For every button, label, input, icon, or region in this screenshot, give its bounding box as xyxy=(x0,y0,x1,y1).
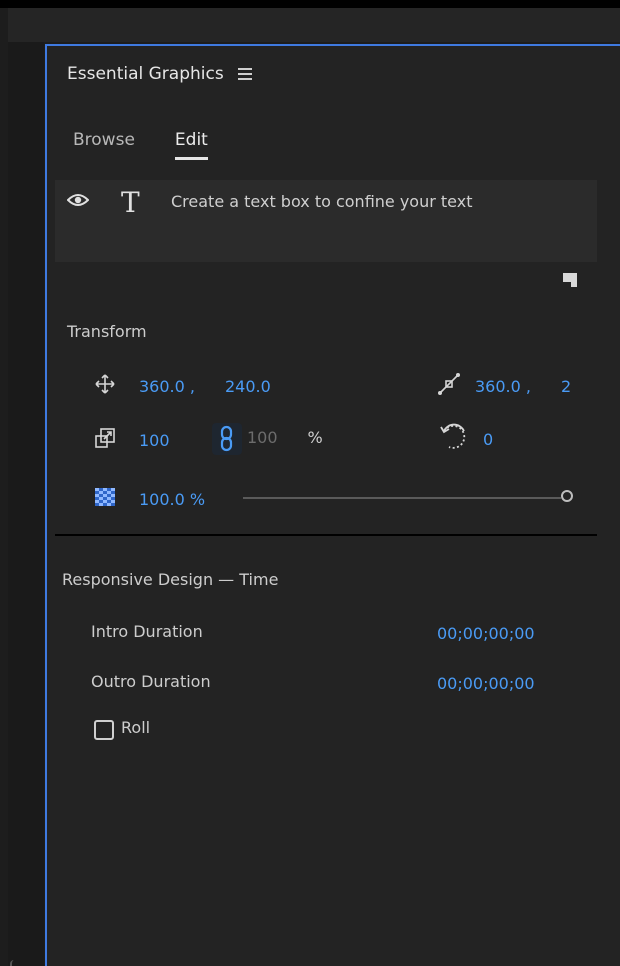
anchor-y-value[interactable]: 2 xyxy=(561,377,571,396)
position-x-value[interactable]: 360.0 , xyxy=(139,377,195,396)
scale-icon xyxy=(95,428,115,452)
panel-title: Essential Graphics xyxy=(67,64,224,84)
essential-graphics-panel: Essential Graphics Browse Edit T Create … xyxy=(45,44,620,966)
link-icon xyxy=(212,425,242,459)
anchor-point-icon xyxy=(437,372,461,400)
app-window: Essential Graphics Browse Edit T Create … xyxy=(0,0,620,966)
scale-unit: % xyxy=(307,428,323,447)
anchor-row: 360.0 , 2 xyxy=(437,372,571,400)
opacity-checker-icon xyxy=(95,488,115,510)
hamburger-menu-icon[interactable] xyxy=(237,68,252,80)
outro-duration-label: Outro Duration xyxy=(91,672,211,691)
new-layer-icon[interactable] xyxy=(562,272,578,292)
position-row: 360.0 , 240.0 xyxy=(95,374,271,398)
panel-tabs: Browse Edit xyxy=(73,130,208,160)
rail-edge-glyph xyxy=(10,960,18,966)
uniform-scale-toggle[interactable] xyxy=(212,423,242,455)
move-icon xyxy=(95,374,115,398)
layer-hint-text: Create a text box to confine your text xyxy=(171,192,473,211)
opacity-slider-track[interactable] xyxy=(243,497,561,499)
eye-icon[interactable] xyxy=(66,192,90,211)
intro-duration-label: Intro Duration xyxy=(91,622,203,641)
rotation-value[interactable]: 0 xyxy=(483,430,493,449)
rotation-row: 0 xyxy=(439,422,493,456)
scale-height-row: 100 % xyxy=(247,428,323,447)
outro-duration-value[interactable]: 00;00;00;00 xyxy=(437,674,535,693)
anchor-x-value[interactable]: 360.0 , xyxy=(475,377,531,396)
roll-label: Roll xyxy=(121,718,151,737)
transform-title: Transform xyxy=(67,322,147,341)
scale-row: 100 xyxy=(95,428,170,452)
roll-checkbox[interactable] xyxy=(94,720,114,740)
position-y-value[interactable]: 240.0 xyxy=(225,377,271,396)
scale-height-value: 100 xyxy=(247,428,278,447)
top-bar xyxy=(8,8,620,42)
opacity-slider-handle[interactable] xyxy=(561,490,573,502)
layers-list[interactable]: T Create a text box to confine your text xyxy=(55,180,597,262)
left-panel-rail xyxy=(8,42,44,966)
intro-duration-value[interactable]: 00;00;00;00 xyxy=(437,624,535,643)
opacity-value[interactable]: 100.0 % xyxy=(139,490,205,509)
panel-header: Essential Graphics xyxy=(67,64,252,84)
responsive-design-title: Responsive Design — Time xyxy=(62,570,279,589)
opacity-row: 100.0 % xyxy=(95,488,205,510)
scale-value[interactable]: 100 xyxy=(139,431,170,450)
tab-edit[interactable]: Edit xyxy=(174,130,208,160)
top-strip xyxy=(0,0,620,8)
section-divider xyxy=(55,534,597,536)
text-tool-icon: T xyxy=(121,186,140,219)
rotation-icon xyxy=(439,422,469,456)
tab-browse[interactable]: Browse xyxy=(73,130,135,158)
